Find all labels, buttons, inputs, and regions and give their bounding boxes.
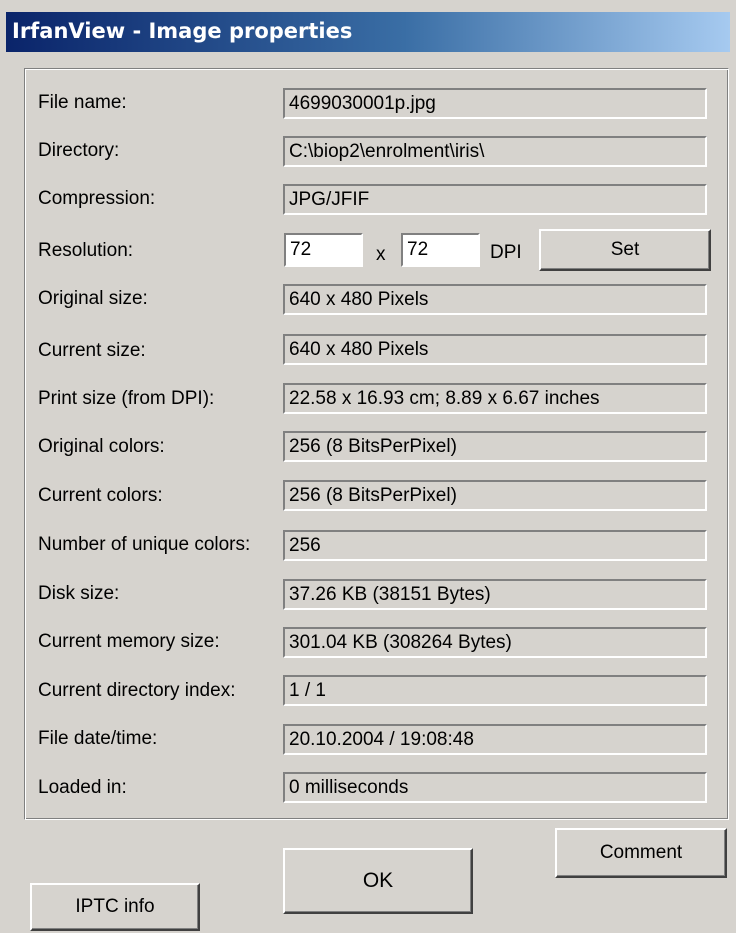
current-size-value: 640 x 480 Pixels bbox=[283, 334, 707, 365]
memory-size-label: Current memory size: bbox=[38, 631, 220, 652]
file-date-value: 20.10.2004 / 19:08:48 bbox=[283, 724, 707, 755]
memory-size-value: 301.04 KB (308264 Bytes) bbox=[283, 627, 707, 658]
title-bar: IrfanView - Image properties bbox=[6, 12, 730, 52]
file-date-label: File date/time: bbox=[38, 728, 158, 749]
compression-value: JPG/JFIF bbox=[283, 184, 707, 215]
unique-colors-value: 256 bbox=[283, 530, 707, 561]
dpi-unit-label: DPI bbox=[490, 242, 522, 263]
original-size-value: 640 x 480 Pixels bbox=[283, 284, 707, 315]
compression-label: Compression: bbox=[38, 188, 156, 209]
set-resolution-button[interactable]: Set bbox=[539, 229, 711, 271]
unique-colors-label: Number of unique colors: bbox=[38, 534, 251, 555]
directory-index-value: 1 / 1 bbox=[283, 675, 707, 706]
loaded-in-value: 0 milliseconds bbox=[283, 772, 707, 803]
file-name-label: File name: bbox=[38, 92, 127, 113]
current-size-label: Current size: bbox=[38, 340, 146, 361]
resolution-label: Resolution: bbox=[38, 240, 134, 261]
window-title: IrfanView - Image properties bbox=[12, 19, 353, 43]
ok-button[interactable]: OK bbox=[283, 848, 473, 914]
print-size-value: 22.58 x 16.93 cm; 8.89 x 6.67 inches bbox=[283, 383, 707, 414]
disk-size-value: 37.26 KB (38151 Bytes) bbox=[283, 579, 707, 610]
original-colors-value: 256 (8 BitsPerPixel) bbox=[283, 431, 707, 462]
current-colors-label: Current colors: bbox=[38, 485, 163, 506]
file-name-value: 4699030001p.jpg bbox=[283, 88, 707, 119]
directory-index-label: Current directory index: bbox=[38, 680, 236, 701]
directory-value: C:\biop2\enrolment\iris\ bbox=[283, 136, 707, 167]
loaded-in-label: Loaded in: bbox=[38, 777, 127, 798]
comment-button[interactable]: Comment bbox=[555, 828, 727, 878]
resolution-separator: x bbox=[376, 244, 386, 265]
image-properties-dialog: IrfanView - Image properties File name: … bbox=[0, 0, 736, 933]
original-colors-label: Original colors: bbox=[38, 436, 165, 457]
print-size-label: Print size (from DPI): bbox=[38, 388, 215, 409]
original-size-label: Original size: bbox=[38, 288, 148, 309]
iptc-info-button[interactable]: IPTC info bbox=[30, 883, 200, 931]
resolution-x-input[interactable]: 72 bbox=[284, 233, 363, 267]
resolution-y-input[interactable]: 72 bbox=[401, 233, 480, 267]
current-colors-value: 256 (8 BitsPerPixel) bbox=[283, 480, 707, 511]
disk-size-label: Disk size: bbox=[38, 583, 120, 604]
directory-label: Directory: bbox=[38, 140, 120, 161]
